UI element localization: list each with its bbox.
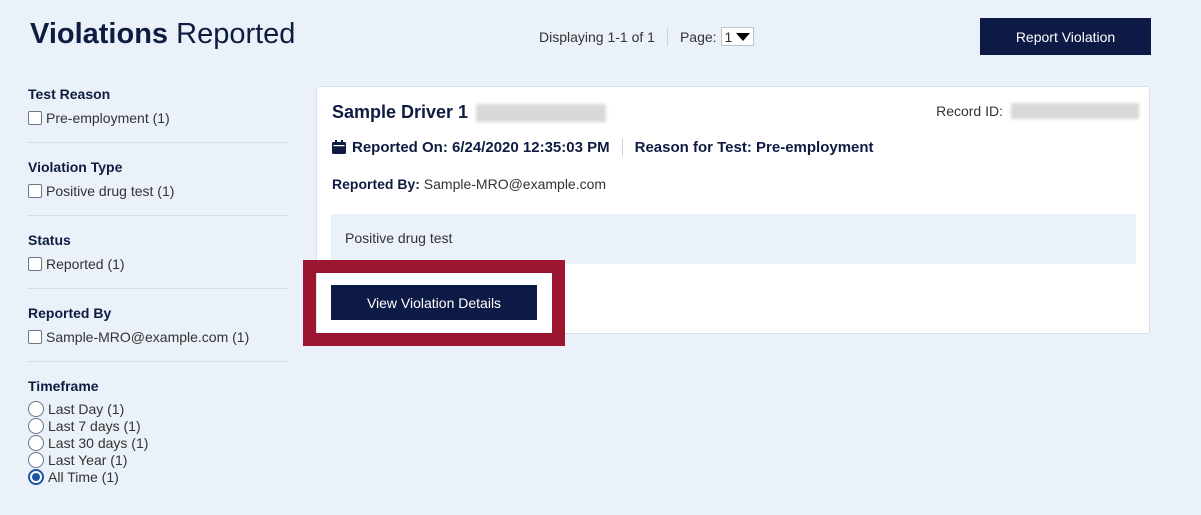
checkbox[interactable] xyxy=(28,330,42,344)
view-violation-details-button[interactable]: View Violation Details xyxy=(331,285,537,320)
redacted-value xyxy=(476,103,607,122)
checkbox[interactable] xyxy=(28,111,42,125)
radio-button[interactable] xyxy=(28,417,44,434)
reason-for-test: Reason for Test: Pre-employment xyxy=(634,138,874,156)
calendar-icon xyxy=(332,140,346,154)
reported-by-value: Sample-MRO@example.com xyxy=(423,176,607,192)
redacted-value xyxy=(1011,103,1139,119)
filter-test-reason: Test Reason Pre-employment (1) xyxy=(28,86,288,143)
violation-description: Positive drug test xyxy=(331,214,1136,264)
filter-title: Reported By xyxy=(28,305,112,321)
driver-name: Sample Driver 1 xyxy=(332,102,607,123)
filter-status: Status Reported (1) xyxy=(28,232,288,289)
filter-title: Test Reason xyxy=(28,86,111,102)
violation-description-text: Positive drug test xyxy=(345,230,453,246)
radio-button[interactable] xyxy=(28,451,44,468)
filter-title: Violation Type xyxy=(28,159,123,175)
report-violation-button[interactable]: Report Violation xyxy=(980,18,1151,55)
pager-divider xyxy=(666,27,668,46)
filter-option-positive-drug-test[interactable]: Positive drug test (1) xyxy=(28,181,288,201)
timeframe-label: All Time (1) xyxy=(48,468,119,485)
filter-option-label: Reported (1) xyxy=(46,256,125,272)
radio-button[interactable] xyxy=(28,434,44,451)
radio-button-selected[interactable] xyxy=(28,468,44,485)
timeframe-last-year[interactable]: Last Year (1) xyxy=(28,451,288,468)
filter-reported-by: Reported By Sample-MRO@example.com (1) xyxy=(28,305,288,362)
meta-divider xyxy=(621,138,623,156)
reported-on: Reported On: 6/24/2020 12:35:03 PM xyxy=(352,138,610,156)
filter-title: Status xyxy=(28,232,71,248)
filter-violation-type: Violation Type Positive drug test (1) xyxy=(28,159,288,216)
reported-by-label: Reported By: xyxy=(332,176,420,192)
timeframe-all-time[interactable]: All Time (1) xyxy=(28,468,288,485)
displaying-count: Displaying 1-1 of 1 xyxy=(539,28,655,45)
filter-option-pre-employment[interactable]: Pre-employment (1) xyxy=(28,108,288,128)
page-title-bold: Violations xyxy=(30,18,169,50)
filter-option-reported[interactable]: Reported (1) xyxy=(28,254,288,274)
page-title-light: Reported xyxy=(176,18,296,50)
page-select-value: 1 xyxy=(724,28,733,45)
timeframe-label: Last Year (1) xyxy=(48,451,128,468)
driver-name-text: Sample Driver 1 xyxy=(332,102,469,122)
page-select[interactable]: 1 xyxy=(720,27,755,46)
radio-button[interactable] xyxy=(28,400,44,417)
filter-sidebar: Test Reason Pre-employment (1) Violation… xyxy=(28,86,288,515)
checkbox[interactable] xyxy=(28,184,42,198)
record-id-label: Record ID: xyxy=(936,103,1003,119)
page-label: Page: xyxy=(679,28,717,45)
timeframe-last-day[interactable]: Last Day (1) xyxy=(28,400,288,417)
pagination: Displaying 1-1 of 1 Page: 1 xyxy=(539,27,755,46)
checkbox[interactable] xyxy=(28,257,42,271)
timeframe-last-30-days[interactable]: Last 30 days (1) xyxy=(28,434,288,451)
timeframe-label: Last Day (1) xyxy=(48,400,125,417)
timeframe-last-7-days[interactable]: Last 7 days (1) xyxy=(28,417,288,434)
record-meta: Reported On: 6/24/2020 12:35:03 PM Reaso… xyxy=(332,138,874,156)
timeframe-label: Last 7 days (1) xyxy=(48,417,141,434)
filter-title: Timeframe xyxy=(28,378,99,394)
filter-option-mro-email[interactable]: Sample-MRO@example.com (1) xyxy=(28,327,288,347)
record-id: Record ID: xyxy=(936,103,1139,119)
page-title: Violations Reported xyxy=(30,18,295,51)
timeframe-label: Last 30 days (1) xyxy=(48,434,149,451)
filter-timeframe: Timeframe Last Day (1) Last 7 days (1) L… xyxy=(28,378,288,499)
filter-option-label: Sample-MRO@example.com (1) xyxy=(46,329,250,345)
reported-by: Reported By: Sample-MRO@example.com xyxy=(332,176,606,192)
chevron-down-icon xyxy=(736,32,751,41)
filter-option-label: Positive drug test (1) xyxy=(46,183,175,199)
filter-option-label: Pre-employment (1) xyxy=(46,110,170,126)
